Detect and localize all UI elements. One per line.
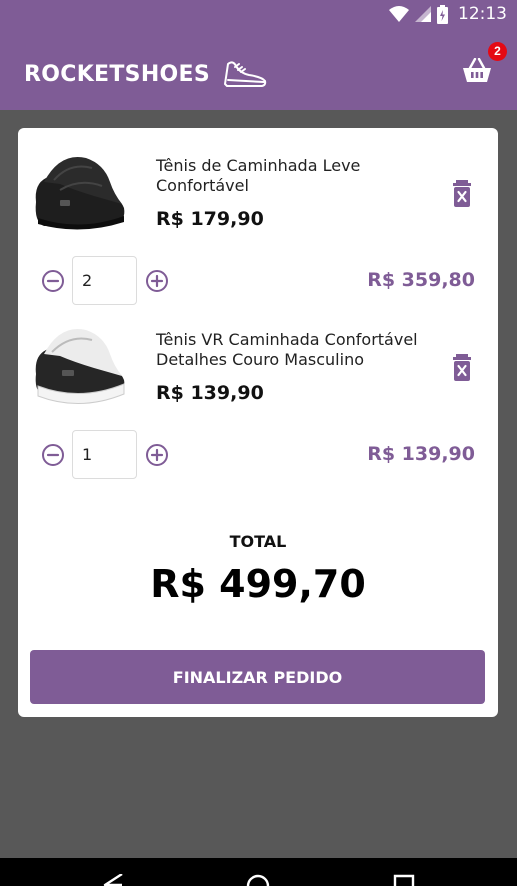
home-icon[interactable]	[246, 874, 270, 886]
quantity-row: R$ 139,90	[18, 430, 498, 480]
cart-card: Tênis de Caminhada Leve Confortável R$ 1…	[18, 128, 498, 717]
recents-icon[interactable]	[393, 874, 415, 886]
battery-icon	[437, 4, 448, 24]
app-header: ROCKETSHOES 2	[0, 28, 517, 110]
product-title: Tênis VR Caminhada Confortável Detalhes …	[156, 330, 418, 369]
back-icon[interactable]	[102, 874, 124, 886]
delete-icon[interactable]	[450, 180, 474, 208]
product-image	[35, 329, 125, 404]
increase-quantity-icon[interactable]	[145, 443, 169, 467]
total-label: TOTAL	[229, 532, 287, 551]
brand-name: ROCKETSHOES	[24, 61, 211, 87]
quantity-input[interactable]	[72, 430, 137, 479]
clock: 12:13	[458, 4, 507, 24]
delete-icon[interactable]	[450, 354, 474, 382]
quantity-row: R$ 359,80	[18, 256, 498, 306]
decrease-quantity-icon[interactable]	[41, 269, 65, 293]
product-price: R$ 139,90	[156, 382, 264, 404]
status-icons: 12:13	[389, 4, 507, 24]
brand[interactable]: ROCKETSHOES	[24, 58, 268, 90]
decrease-quantity-icon[interactable]	[41, 443, 65, 467]
wifi-icon	[389, 6, 409, 22]
navigation-bar	[0, 858, 517, 886]
checkout-button[interactable]: FINALIZAR PEDIDO	[30, 650, 485, 704]
quantity-input[interactable]	[72, 256, 137, 305]
cart-button[interactable]: 2	[458, 42, 507, 92]
item-subtotal: R$ 139,90	[367, 443, 475, 465]
total-value: R$ 499,70	[150, 562, 366, 606]
shoe-logo-icon	[224, 61, 267, 87]
status-bar: 12:13	[0, 0, 517, 28]
product-image	[35, 157, 125, 230]
basket-icon	[463, 58, 491, 82]
increase-quantity-icon[interactable]	[145, 269, 169, 293]
item-subtotal: R$ 359,80	[367, 269, 475, 291]
cart-count-badge: 2	[488, 42, 507, 61]
product-title: Tênis de Caminhada Leve Confortável	[156, 156, 361, 195]
product-price: R$ 179,90	[156, 208, 264, 230]
signal-icon	[415, 6, 431, 22]
